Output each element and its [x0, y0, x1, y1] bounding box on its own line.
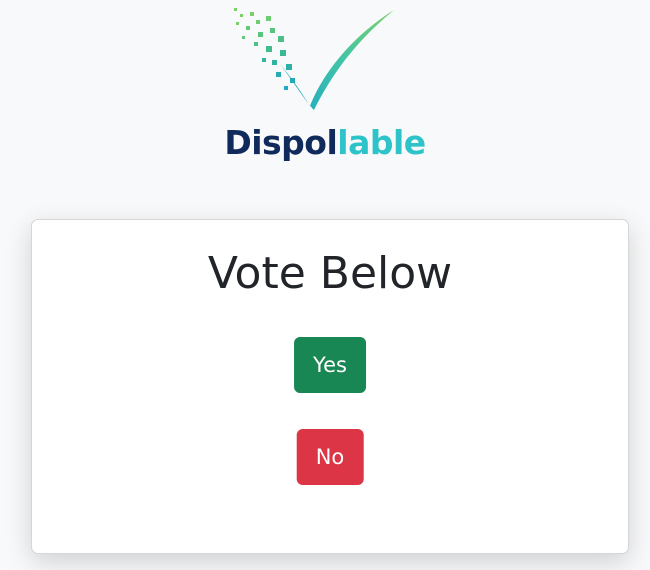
brand-logo: Dispollable	[0, 0, 650, 175]
vote-card: Vote Below Yes No	[31, 219, 629, 554]
vote-title: Vote Below	[207, 248, 453, 299]
yes-button[interactable]: Yes	[294, 337, 366, 393]
brand-name-part1: Dispol	[224, 123, 338, 162]
brand-name-part2: lable	[337, 123, 426, 162]
checkmark-pixel-icon	[234, 8, 394, 110]
no-button[interactable]: No	[296, 429, 364, 485]
brand-wordmark: Dispollable	[0, 123, 650, 163]
vote-page: Dispollable Vote Below Yes No	[0, 0, 650, 570]
